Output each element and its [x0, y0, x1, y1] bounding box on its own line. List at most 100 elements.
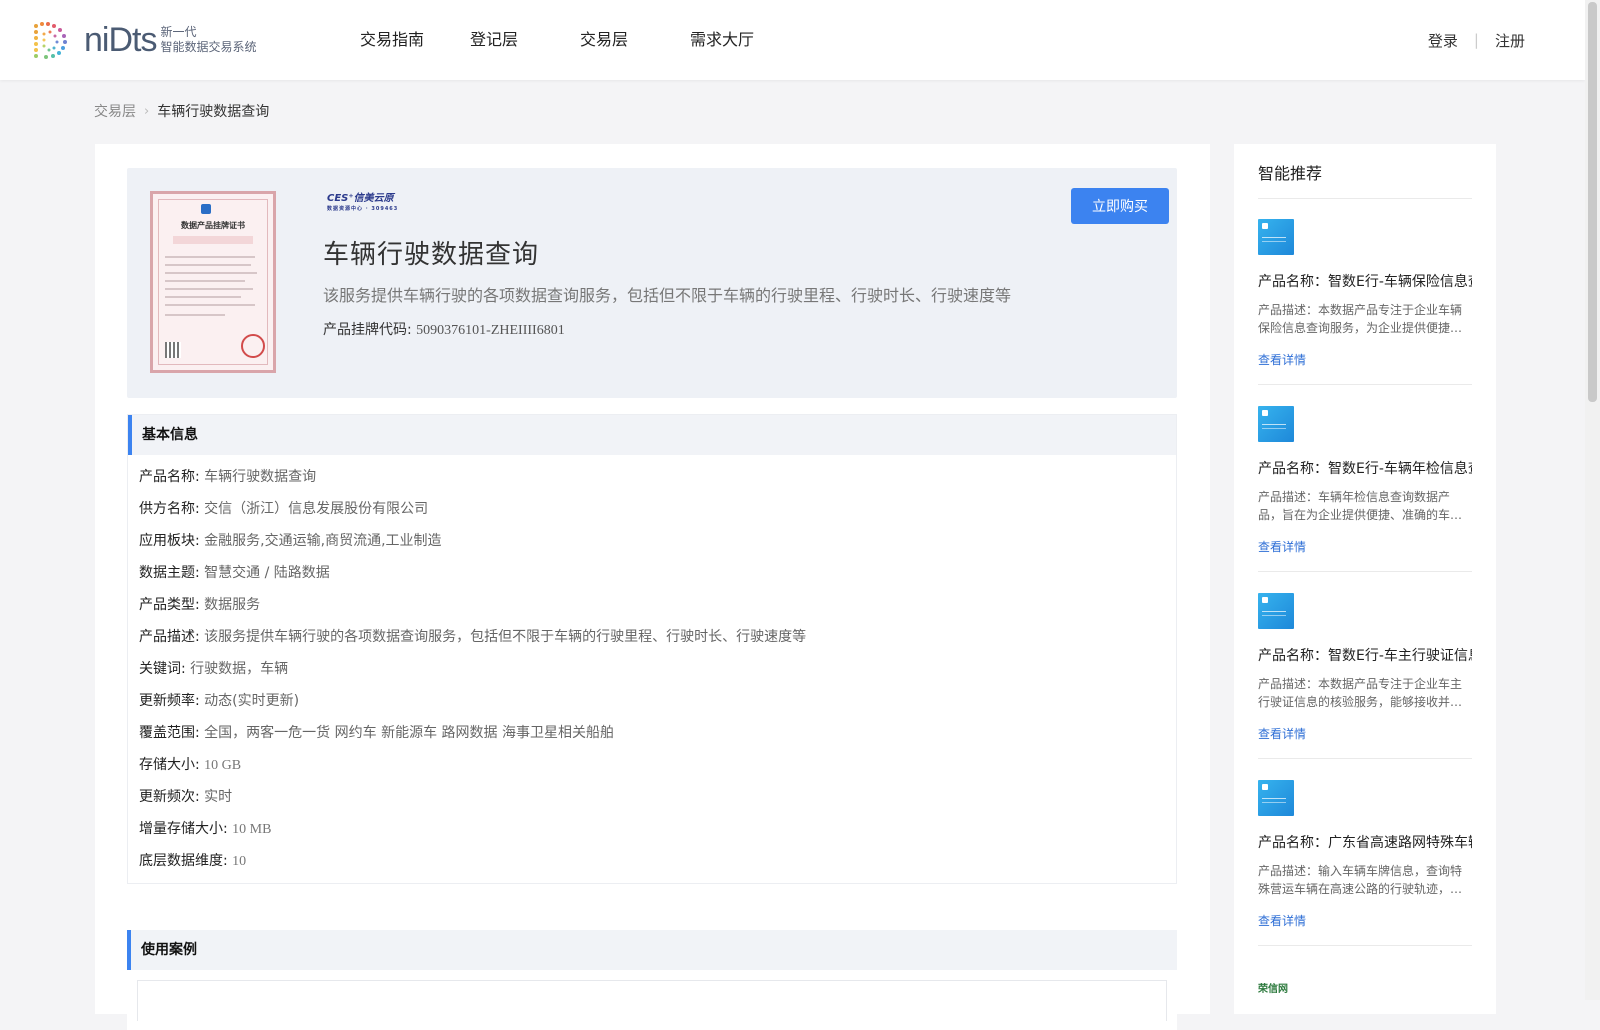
- product-listing-code: 产品挂牌代码: 5090376101-ZHEIIII6801: [323, 319, 565, 339]
- info-label: 存储大小:: [139, 757, 200, 773]
- use-case-section: 使用案例: [127, 930, 1177, 1030]
- recommendation-name[interactable]: 产品名称：广东省高速路网特殊车辆轨迹查询: [1258, 832, 1472, 852]
- info-value: 行驶数据，车辆: [190, 661, 289, 677]
- info-row-update-cadence: 更新频次: 实时: [139, 781, 1176, 813]
- qr-code-icon: [165, 342, 181, 358]
- certificate-text-line: [165, 296, 241, 298]
- product-thumbnail-icon[interactable]: [1258, 593, 1294, 629]
- info-row-data-topic: 数据主题: 智慧交通 / 陆路数据: [139, 557, 1176, 589]
- product-detail-card: 数据产品挂牌证书 CES⁺信美云原 数据资源中心 · 309463 车辆行驶数据…: [95, 144, 1210, 1030]
- info-row-product-description: 产品描述: 该服务提供车辆行驶的各项数据查询服务，包括但不限于车辆的行驶里程、行…: [139, 621, 1176, 653]
- recommendation-description: 产品描述：本数据产品专注于企业车主行驶证信息的核验服务，能够接收并核验信息: [1258, 677, 1463, 709]
- product-thumbnail-icon[interactable]: [1258, 780, 1294, 816]
- nav-trading-layer[interactable]: 交易层: [580, 0, 690, 80]
- info-row-product-name: 产品名称: 车辆行驶数据查询: [139, 461, 1176, 493]
- logo-subtitle: 新一代 智能数据交易系统: [160, 25, 256, 55]
- info-label: 产品类型:: [139, 597, 200, 613]
- logo-subtitle-line2: 智能数据交易系统: [160, 40, 257, 54]
- info-row-incremental-storage: 增量存储大小: 10 MB: [139, 813, 1176, 845]
- info-value: 10 MB: [232, 822, 272, 837]
- recommendation-card[interactable]: 产品名称：广东省高速路网特殊车辆轨迹查询 产品描述：输入车辆车牌信息，查询特殊营…: [1258, 780, 1472, 929]
- top-header: niDts 新一代 智能数据交易系统 交易指南 登记层 交易层 需求大厅 登录 …: [0, 0, 1585, 80]
- view-details-link[interactable]: 查看详情: [1258, 912, 1472, 929]
- info-row-product-type: 产品类型: 数据服务: [139, 589, 1176, 621]
- product-hero: 数据产品挂牌证书 CES⁺信美云原 数据资源中心 · 309463 车辆行驶数据…: [127, 168, 1177, 398]
- recommendation-description: 产品描述：本数据产品专注于企业车辆保险信息查询服务，为企业提供便捷、准确的车辆保…: [1258, 303, 1463, 335]
- info-label: 供方名称:: [139, 501, 200, 517]
- recommendation-description: 产品描述：车辆年检信息查询数据产品，旨在为企业提供便捷、准确的车辆年检信息: [1258, 490, 1463, 522]
- register-link[interactable]: 注册: [1495, 30, 1525, 51]
- info-value: 实时: [204, 789, 233, 805]
- nav-registration-layer[interactable]: 登记层: [470, 0, 580, 80]
- supplier-logo-text: CES⁺信美云原: [327, 193, 394, 204]
- divider: [1258, 571, 1472, 572]
- buy-now-button[interactable]: 立即购买: [1071, 188, 1169, 224]
- partner-logo[interactable]: 荣信网: [1258, 980, 1288, 995]
- login-link[interactable]: 登录: [1428, 30, 1458, 51]
- scrollbar-thumb[interactable]: [1588, 2, 1597, 402]
- recommendation-description: 产品描述：输入车辆车牌信息，查询特殊营运车辆在高速公路的行驶轨迹，返回结果: [1258, 864, 1463, 896]
- brand-logo[interactable]: niDts 新一代 智能数据交易系统: [30, 20, 256, 60]
- info-row-update-frequency: 更新频率: 动态(实时更新): [139, 685, 1176, 717]
- supplier-logo: CES⁺信美云原 数据资源中心 · 309463: [327, 194, 398, 214]
- page-scrollbar[interactable]: [1585, 0, 1600, 1000]
- certificate-text-line: [165, 304, 255, 306]
- nav-demand-hall[interactable]: 需求大厅: [690, 0, 800, 80]
- breadcrumb-trading-layer[interactable]: 交易层: [94, 101, 136, 121]
- certificate-text-line: [165, 272, 257, 274]
- use-case-heading: 使用案例: [127, 930, 1177, 970]
- info-value: 全国，两客一危一货 网约车 新能源车 路网数据 海事卫星相关船舶: [204, 725, 614, 741]
- listing-certificate-image[interactable]: 数据产品挂牌证书: [150, 191, 276, 373]
- info-label: 产品名称:: [139, 469, 200, 485]
- recommendation-card[interactable]: 产品名称：智数E行-车辆保险信息查询 产品描述：本数据产品专注于企业车辆保险信息…: [1258, 219, 1472, 368]
- info-value: 金融服务,交通运输,商贸流通,工业制造: [204, 533, 442, 549]
- nav-trade-guide[interactable]: 交易指南: [360, 0, 470, 80]
- logo-dots-icon: [34, 22, 67, 59]
- certificate-text-line: [165, 256, 255, 258]
- main-nav: 交易指南 登记层 交易层 需求大厅: [360, 0, 800, 80]
- product-thumbnail-icon[interactable]: [1258, 219, 1294, 255]
- info-row-application-sector: 应用板块: 金融服务,交通运输,商贸流通,工业制造: [139, 525, 1176, 557]
- info-value: 动态(实时更新): [204, 693, 300, 709]
- recommendation-name[interactable]: 产品名称：智数E行-车辆年检信息查询: [1258, 458, 1472, 478]
- view-details-link[interactable]: 查看详情: [1258, 725, 1472, 742]
- info-label: 更新频次:: [139, 789, 200, 805]
- basic-info-list: 产品名称: 车辆行驶数据查询 供方名称: 交信（浙江）信息发展股份有限公司 应用…: [128, 455, 1176, 883]
- certificate-title: 数据产品挂牌证书: [181, 221, 245, 230]
- logo-wordmark: niDts: [84, 21, 157, 59]
- info-label: 应用板块:: [139, 533, 200, 549]
- info-value: 交信（浙江）信息发展股份有限公司: [204, 501, 429, 517]
- certificate-logo-icon: [201, 204, 211, 214]
- divider: [1258, 198, 1472, 199]
- recommendation-name[interactable]: 产品名称：智数E行-车主行驶证信息核验: [1258, 645, 1472, 665]
- auth-links: 登录 | 注册: [1428, 0, 1525, 80]
- supplier-logo-subtext: 数据资源中心 · 309463: [327, 206, 399, 212]
- info-label: 更新频率:: [139, 693, 200, 709]
- divider: [1258, 945, 1472, 946]
- listing-code-value: 5090376101-ZHEIIII6801: [416, 323, 565, 338]
- info-row-data-dimensions: 底层数据维度: 10: [139, 845, 1176, 877]
- info-value: 10: [232, 854, 247, 869]
- recommendation-card[interactable]: 产品名称：智数E行-车主行驶证信息核验 产品描述：本数据产品专注于企业车主行驶证…: [1258, 593, 1472, 742]
- info-value: 10 GB: [204, 758, 242, 773]
- recommendation-card[interactable]: 产品名称：智数E行-车辆年检信息查询 产品描述：车辆年检信息查询数据产品，旨在为…: [1258, 406, 1472, 555]
- info-label: 覆盖范围:: [139, 725, 200, 741]
- certificate-band: [173, 236, 253, 244]
- recommendation-title: 智能推荐: [1258, 164, 1323, 183]
- info-row-storage-size: 存储大小: 10 GB: [139, 749, 1176, 781]
- info-label: 数据主题:: [139, 565, 200, 581]
- info-value: 数据服务: [204, 597, 261, 613]
- certificate-text-line: [165, 280, 245, 282]
- divider: [1258, 758, 1472, 759]
- info-label: 增量存储大小:: [139, 821, 228, 837]
- breadcrumb: 交易层 › 车辆行驶数据查询: [94, 101, 269, 121]
- view-details-link[interactable]: 查看详情: [1258, 351, 1472, 368]
- recommendation-name[interactable]: 产品名称：智数E行-车辆保险信息查询: [1258, 271, 1472, 291]
- recommendation-panel: 智能推荐 产品名称：智数E行-车辆保险信息查询 产品描述：本数据产品专注于企业车…: [1234, 144, 1496, 1014]
- view-details-link[interactable]: 查看详情: [1258, 538, 1472, 555]
- use-case-content: [137, 980, 1167, 1021]
- info-row-supplier: 供方名称: 交信（浙江）信息发展股份有限公司: [139, 493, 1176, 525]
- certificate-text-line: [165, 264, 251, 266]
- info-value: 该服务提供车辆行驶的各项数据查询服务，包括但不限于车辆的行驶里程、行驶时长、行驶…: [204, 629, 807, 645]
- product-thumbnail-icon[interactable]: [1258, 406, 1294, 442]
